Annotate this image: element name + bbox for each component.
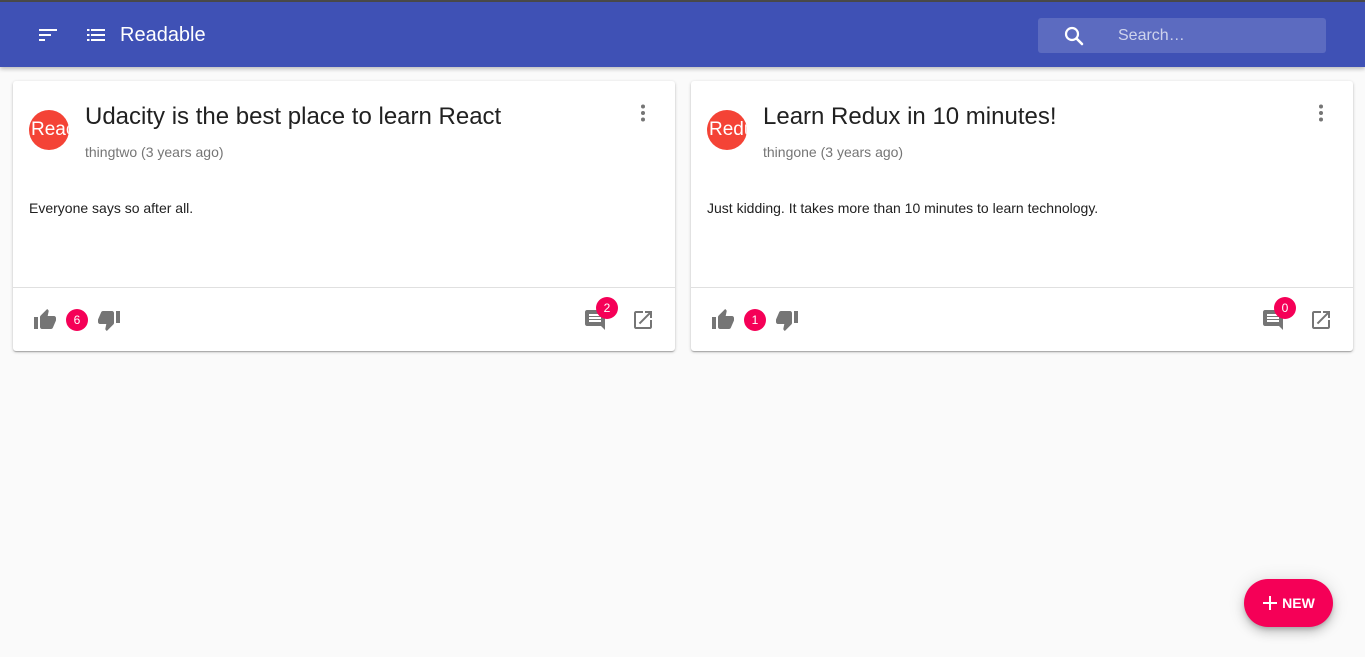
score-badge: 1 — [744, 309, 766, 331]
thumb-down-icon — [775, 308, 799, 332]
open-in-new-icon — [631, 308, 655, 332]
post-body: Just kidding. It takes more than 10 minu… — [707, 200, 1099, 216]
list-icon — [84, 23, 108, 47]
open-in-new-icon — [1309, 308, 1333, 332]
post-title: Udacity is the best place to learn React — [85, 103, 502, 130]
more-options-button[interactable] — [1309, 101, 1333, 125]
score-badge: 6 — [66, 309, 88, 331]
more-vert-icon — [1318, 104, 1324, 122]
card-actions: 6 2 — [13, 288, 675, 351]
search-box — [1038, 18, 1326, 53]
post-subheader: thingtwo (3 years ago) — [85, 144, 224, 160]
new-post-label: NEW — [1282, 595, 1315, 611]
upvote-button[interactable] — [31, 306, 59, 334]
app-bar: Readable — [0, 2, 1365, 67]
open-post-button[interactable] — [1307, 306, 1335, 334]
sort-icon — [38, 28, 58, 42]
new-post-button[interactable]: NEW — [1244, 579, 1333, 627]
card-actions: 1 0 — [691, 288, 1353, 351]
avatar: React — [29, 110, 69, 150]
post-title: Learn Redux in 10 minutes! — [763, 103, 1057, 130]
search-input[interactable] — [1118, 18, 1318, 53]
plus-icon — [1262, 595, 1278, 611]
sort-button[interactable] — [34, 22, 62, 48]
post-subheader: thingone (3 years ago) — [763, 144, 904, 160]
more-vert-icon — [640, 104, 646, 122]
thumb-up-icon — [33, 308, 57, 332]
upvote-button[interactable] — [709, 306, 737, 334]
search-icon — [1062, 24, 1086, 48]
more-options-button[interactable] — [631, 101, 655, 125]
thumb-up-icon — [711, 308, 735, 332]
comment-count-badge: 2 — [596, 297, 618, 319]
comment-count-badge: 0 — [1274, 297, 1296, 319]
open-post-button[interactable] — [629, 306, 657, 334]
downvote-button[interactable] — [773, 306, 801, 334]
post-card: React Udacity is the best place to learn… — [13, 81, 675, 351]
post-card: Redux Learn Redux in 10 minutes! thingon… — [691, 81, 1353, 351]
avatar: Redux — [707, 110, 747, 150]
app-title: Readable — [120, 24, 206, 46]
post-body: Everyone says so after all. — [29, 200, 194, 216]
downvote-button[interactable] — [95, 306, 123, 334]
thumb-down-icon — [97, 308, 121, 332]
